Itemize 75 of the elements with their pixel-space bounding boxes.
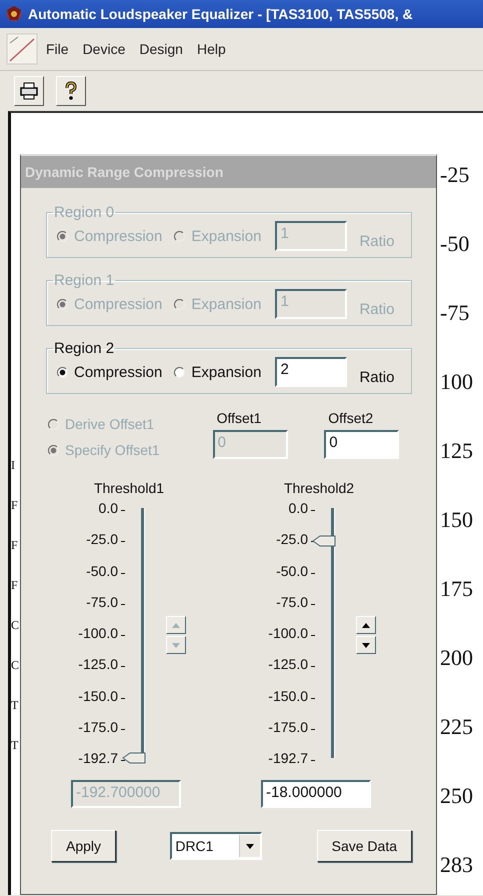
tick-label: -100.0 [78, 625, 118, 641]
radio-button[interactable]: Compression [57, 364, 162, 380]
slider-label: Threshold2 [284, 480, 354, 496]
spin-down-button[interactable] [356, 636, 376, 654]
radio-icon[interactable] [57, 366, 68, 378]
ratio-label: Ratio [359, 368, 394, 386]
slider-thumb[interactable] [312, 534, 336, 546]
menu-item[interactable]: Device [76, 39, 132, 59]
axis-label: -25 [440, 161, 470, 189]
down-arrow-icon [171, 642, 181, 648]
tick-label: -125.0 [268, 656, 308, 672]
radio-button[interactable]: Expansion [174, 364, 262, 380]
axis-label: 250 [440, 782, 474, 810]
threshold-field[interactable]: -18.000000 [261, 780, 371, 808]
axis-label: 100 [440, 368, 474, 396]
tick-label: -125.0 [78, 656, 118, 672]
ratio-label: Ratio [359, 300, 394, 318]
axis-label: F [11, 577, 19, 594]
printer-icon [18, 80, 40, 102]
tick-label: -75.0 [86, 594, 118, 610]
dropdown[interactable]: DRC1 [170, 832, 262, 860]
app-logo-icon [4, 4, 24, 24]
field-label: Offset1 [216, 410, 262, 426]
tick-label: -100.0 [268, 625, 308, 641]
axis-label: F [11, 537, 19, 554]
ratio-label: Ratio [359, 232, 394, 250]
tick-label: -75.0 [276, 594, 308, 610]
print-button[interactable] [14, 76, 44, 106]
tick-label: -150.0 [268, 688, 308, 704]
tick-label: -50.0 [276, 562, 308, 578]
tick-label: -50.0 [86, 562, 118, 578]
axis-label: 283 [440, 851, 474, 879]
tick-label: 0.0 [98, 500, 118, 516]
window-title: Automatic Loudspeaker Equalizer - [TAS3100, TAS5508, & [28, 6, 413, 22]
axis-label: C [11, 657, 20, 674]
axis-label: -50 [440, 230, 470, 258]
tick-label: -25.0 [276, 531, 308, 548]
tick-label: -150.0 [78, 688, 118, 704]
axis-label: I [11, 457, 16, 474]
radio-icon[interactable] [174, 366, 186, 378]
tick-label: -192.7 [268, 750, 308, 766]
dialog-button[interactable]: Apply [51, 830, 116, 862]
group-label: Region 1 [53, 272, 116, 289]
up-arrow-icon [171, 622, 181, 628]
ratio-field[interactable]: 2 [275, 357, 348, 387]
offset-field[interactable]: 0 [324, 430, 400, 459]
down-arrow-icon [361, 642, 371, 648]
field-label: Offset2 [328, 410, 374, 426]
axis-label: T [11, 697, 20, 714]
axis-label: 150 [440, 506, 474, 534]
axis-label: -75 [440, 299, 470, 327]
up-arrow-icon [361, 622, 371, 628]
menu-item[interactable]: Help [190, 39, 232, 59]
tick-label: -175.0 [268, 718, 308, 735]
axis-label: T [11, 737, 20, 754]
tick-label: -192.7 [78, 750, 118, 766]
menu-item[interactable]: File [40, 39, 75, 59]
tick-label: -25.0 [86, 531, 118, 548]
slider-label: Threshold1 [94, 480, 164, 496]
spin-up-button[interactable] [356, 616, 376, 634]
group-label: Region 2 [53, 340, 116, 357]
help-button[interactable] [56, 76, 86, 106]
menu-item[interactable]: Design [133, 39, 189, 59]
group-label: Region 0 [53, 204, 116, 221]
dialog-button[interactable]: Save Data [316, 830, 412, 862]
document-icon[interactable] [6, 33, 38, 65]
tick-label: 0.0 [288, 500, 308, 516]
axis-label: F [11, 497, 19, 514]
axis-label: 225 [440, 713, 474, 741]
axis-label: 175 [440, 575, 474, 603]
axis-label: C [11, 617, 20, 634]
tick-label: -175.0 [78, 718, 118, 735]
caret-icon [245, 842, 256, 850]
axis-label: 125 [440, 437, 474, 465]
axis-label: 200 [440, 644, 474, 672]
